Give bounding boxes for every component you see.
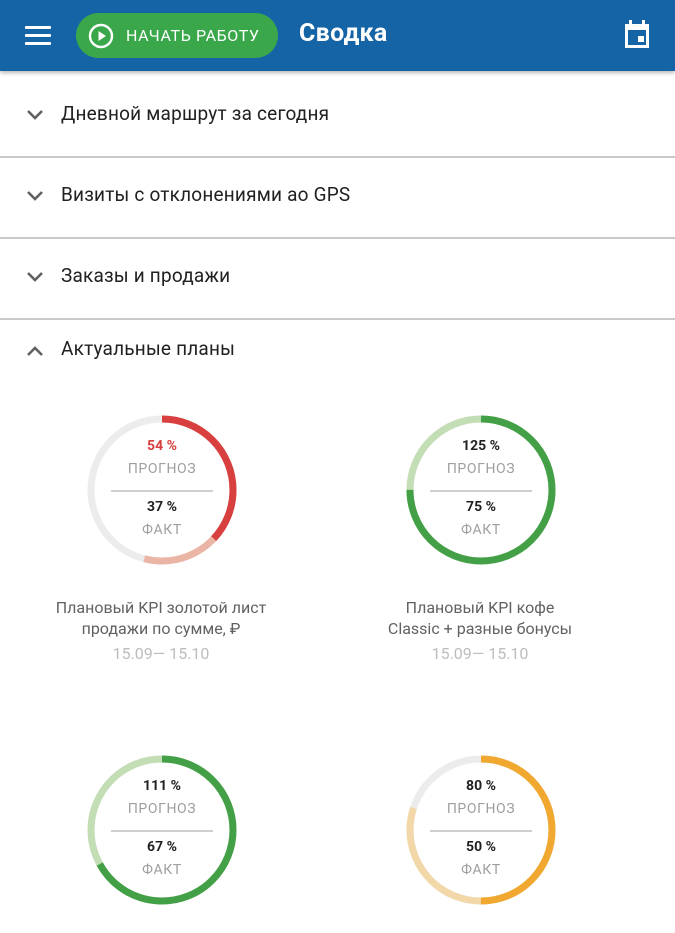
forecast-percent: 80 % (466, 778, 496, 794)
forecast-percent: 125 % (462, 438, 500, 454)
section-gps-visits[interactable]: Визиты с отклонениями ао GPS (0, 159, 675, 239)
fact-percent: 37 % (147, 499, 177, 515)
app-bar: НАЧАТЬ РАБОТУ Сводка (0, 0, 675, 71)
ring-divider (111, 490, 213, 492)
kpi-period: 15.09— 15.10 (112, 644, 210, 663)
section-daily-route[interactable]: Дневной маршрут за сегодня (0, 78, 675, 158)
forecast-label: ПРОГНОЗ (127, 461, 197, 477)
section-current-plans[interactable]: Актуальные планы (0, 320, 675, 396)
kpi-period: 15.09— 15.10 (431, 644, 529, 663)
calendar-icon[interactable] (621, 18, 653, 50)
section-orders-sales[interactable]: Заказы и продажи (0, 240, 675, 320)
fact-percent: 75 % (466, 499, 496, 515)
chevron-down-icon (27, 272, 43, 282)
ring-divider (430, 830, 532, 832)
section-title: Визиты с отклонениями ао GPS (61, 183, 351, 206)
forecast-label: ПРОГНОЗ (446, 461, 516, 477)
forecast-label: ПРОГНОЗ (127, 801, 197, 817)
ring-divider (111, 830, 213, 832)
kpi-name-line: Плановый KPI кофе (405, 598, 555, 617)
chevron-down-icon (27, 191, 43, 201)
fact-label: ФАКТ (142, 862, 182, 878)
section-title: Заказы и продажи (61, 264, 231, 287)
kpi-progress-ring: 80 % ПРОГНОЗ 50 % ФАКТ (405, 754, 557, 906)
section-title: Дневной маршрут за сегодня (61, 102, 330, 125)
fact-label: ФАКТ (461, 862, 501, 878)
kpi-progress-ring: 111 % ПРОГНОЗ 67 % ФАКТ (86, 754, 238, 906)
kpi-name-line: Плановый KPI золотой лист (55, 598, 267, 617)
forecast-percent: 54 % (147, 438, 177, 454)
play-circle-icon (88, 23, 114, 48)
kpi-card[interactable]: 80 % ПРОГНОЗ 50 % ФАКТ (330, 754, 630, 933)
kpi-name: Плановый KPI золотой лист продажи по сум… (11, 597, 311, 639)
kpi-name-line: продажи по сумме, ₽ (81, 619, 241, 638)
fact-percent: 67 % (147, 839, 177, 855)
kpi-card[interactable]: 111 % ПРОГНОЗ 67 % ФАКТ (11, 754, 311, 933)
forecast-percent: 111 % (143, 778, 181, 794)
ring-divider (430, 490, 532, 492)
section-title: Актуальные планы (61, 337, 236, 360)
start-work-button[interactable]: НАЧАТЬ РАБОТУ (76, 13, 278, 58)
fact-label: ФАКТ (142, 522, 182, 538)
kpi-card[interactable]: 54 % ПРОГНОЗ 37 % ФАКТ Плановый KPI золо… (11, 414, 311, 684)
kpi-name-line: Classic + разные бонусы (387, 619, 573, 638)
fact-percent: 50 % (466, 839, 496, 855)
kpi-name: Плановый KPI кофе Classic + разные бонус… (330, 597, 630, 639)
fact-label: ФАКТ (461, 522, 501, 538)
kpi-progress-ring: 125 % ПРОГНОЗ 75 % ФАКТ (405, 414, 557, 566)
kpi-card[interactable]: 125 % ПРОГНОЗ 75 % ФАКТ Плановый KPI коф… (330, 414, 630, 684)
chevron-up-icon (27, 346, 43, 356)
start-work-label: НАЧАТЬ РАБОТУ (126, 26, 260, 45)
page-title: Сводка (299, 19, 388, 48)
kpi-progress-ring: 54 % ПРОГНОЗ 37 % ФАКТ (86, 414, 238, 566)
hamburger-menu-icon[interactable] (22, 24, 54, 48)
chevron-down-icon (27, 110, 43, 120)
forecast-label: ПРОГНОЗ (446, 801, 516, 817)
